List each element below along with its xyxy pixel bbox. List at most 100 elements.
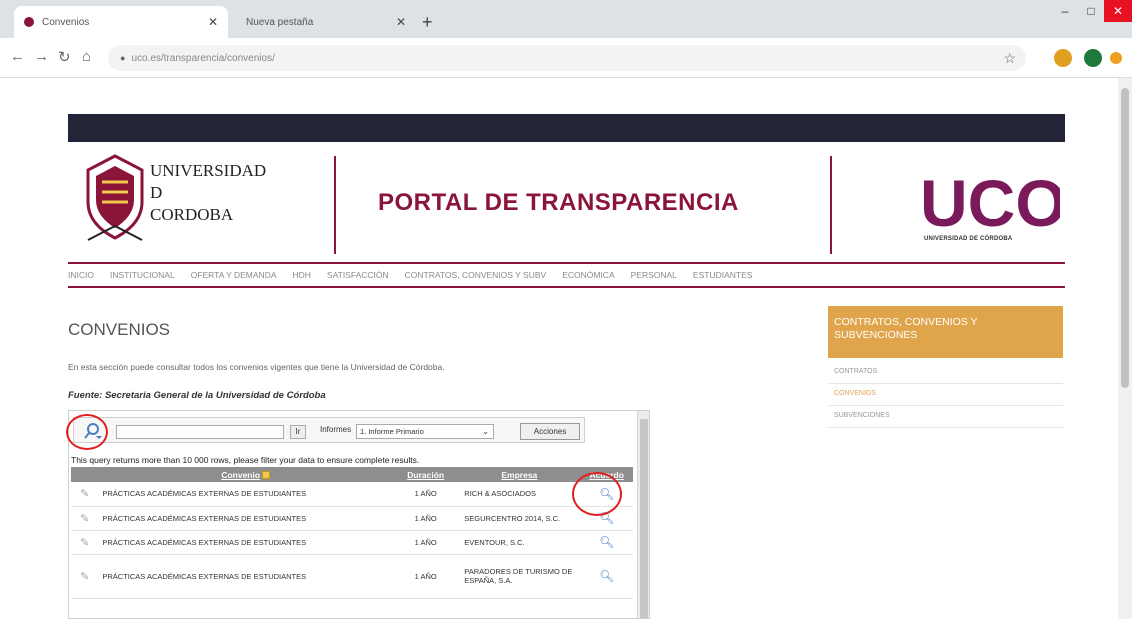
table-header-row: Convenio Duración Empresa Acuerdo — [71, 467, 633, 482]
minimize-icon[interactable]: – — [1052, 0, 1078, 22]
sidebar-link-convenios[interactable]: CONVENIOS — [828, 384, 1063, 406]
maximize-icon[interactable]: □ — [1078, 0, 1104, 22]
chevron-down-icon: ⌄ — [482, 427, 489, 436]
nav-item-oferta-demanda[interactable]: OFERTA Y DEMANDA — [191, 270, 277, 280]
portal-title: PORTAL DE TRANSPARENCIA — [378, 189, 739, 216]
bookmark-star-icon[interactable]: ☆ — [1003, 50, 1016, 67]
sidebar-link-contratos[interactable]: CONTRATOS — [828, 362, 1063, 384]
close-tab-icon[interactable]: ✕ — [396, 15, 406, 29]
intro-text: En esta sección puede consultar todos lo… — [68, 362, 445, 372]
column-header-acuerdo[interactable]: Acuerdo — [580, 467, 633, 482]
header-divider — [334, 156, 336, 254]
column-header-edit — [71, 467, 99, 482]
convenios-table: Convenio Duración Empresa Acuerdo ✎ PRÁC… — [71, 467, 633, 599]
nav-item-inicio[interactable]: INICIO — [68, 270, 94, 280]
edit-pencil-icon[interactable]: ✎ — [71, 530, 99, 555]
cell-convenio: PRÁCTICAS ACADÉMICAS EXTERNAS DE ESTUDIA… — [98, 482, 394, 507]
table-row: ✎ PRÁCTICAS ACADÉMICAS EXTERNAS DE ESTUD… — [71, 530, 633, 555]
reports-label: Informes — [320, 425, 352, 434]
university-name: UNIVERSIDAD D CORDOBA — [150, 160, 266, 226]
cell-duracion: 1 AÑO — [393, 482, 459, 507]
go-button[interactable]: Ir — [290, 425, 306, 439]
edit-pencil-icon[interactable]: ✎ — [71, 554, 99, 599]
header-divider — [830, 156, 832, 254]
nav-item-satisfaccion[interactable]: SATISFACCIÓN — [327, 270, 389, 280]
edit-pencil-icon[interactable]: ✎ — [71, 482, 99, 507]
url-text: uco.es/transparencia/convenios/ — [131, 52, 275, 64]
home-icon[interactable]: ⌂ — [82, 48, 91, 65]
column-header-duracion[interactable]: Duración — [393, 467, 459, 482]
view-magnifier-icon[interactable]: 🔍︎ — [580, 554, 633, 599]
cell-convenio: PRÁCTICAS ACADÉMICAS EXTERNAS DE ESTUDIA… — [98, 530, 394, 555]
reports-select[interactable]: 1. Informe Primario ⌄ — [356, 424, 494, 439]
view-magnifier-icon[interactable]: 🔍︎ — [580, 530, 633, 555]
cell-convenio: PRÁCTICAS ACADÉMICAS EXTERNAS DE ESTUDIA… — [98, 554, 394, 599]
uco-logo-text: UCO — [920, 168, 1060, 238]
university-name-line: UNIVERSIDAD — [150, 161, 267, 180]
web-page: UNIVERSIDAD D CORDOBA PORTAL DE TRANSPAR… — [0, 78, 1132, 619]
main-navigation: INICIO INSTITUCIONAL OFERTA Y DEMANDA HD… — [68, 262, 1065, 288]
browser-tab-strip: Convenios ✕ Nueva pestaña ✕ + – □ ✕ — [0, 0, 1132, 38]
site-header: UNIVERSIDAD D CORDOBA PORTAL DE TRANSPAR… — [68, 144, 1065, 330]
back-icon[interactable]: ← — [10, 48, 25, 65]
edit-pencil-icon[interactable]: ✎ — [71, 506, 99, 531]
window-controls: – □ ✕ — [1052, 0, 1132, 22]
lock-icon: ● — [120, 53, 126, 63]
report-search-bar: Ir Informes 1. Informe Primario ⌄ Accion… — [73, 417, 585, 443]
scrollbar-thumb[interactable] — [1121, 88, 1129, 388]
tab-convenios[interactable]: Convenios ✕ — [14, 6, 228, 38]
sidebar-link-subvenciones[interactable]: SUBVENCIONES — [828, 406, 1063, 428]
nav-item-economica[interactable]: ECONÓMICA — [562, 270, 614, 280]
notification-dot-icon[interactable] — [1110, 52, 1122, 64]
sort-icon[interactable] — [262, 471, 271, 480]
cell-duracion: 1 AÑO — [393, 530, 459, 555]
tab-title: Convenios — [42, 16, 90, 28]
view-magnifier-icon[interactable]: 🔍︎ — [580, 506, 633, 531]
university-crest-icon — [86, 154, 144, 241]
column-header-empresa[interactable]: Empresa — [458, 467, 581, 482]
tab-title: Nueva pestaña — [246, 16, 314, 28]
view-magnifier-icon[interactable]: 🔍︎ — [580, 482, 633, 507]
favicon-icon — [24, 17, 34, 27]
cell-empresa: EVENTOUR, S.C. — [458, 530, 581, 555]
profile-avatar-icon[interactable] — [1084, 49, 1102, 67]
nav-item-hdh[interactable]: HDH — [293, 270, 311, 280]
cell-empresa: RICH & ASOCIADOS — [458, 482, 581, 507]
cell-empresa: SEGURCENTRO 2014, S.C. — [458, 506, 581, 531]
cell-empresa: PARADORES DE TURISMO DE ESPAÑA, S.A. — [458, 554, 581, 599]
university-name-line: D — [150, 183, 163, 202]
nav-item-contratos[interactable]: CONTRATOS, CONVENIOS Y SUBV — [405, 270, 547, 280]
sidebar-title: CONTRATOS, CONVENIOS Y SUBVENCIONES — [828, 306, 1063, 358]
nav-item-estudiantes[interactable]: ESTUDIANTES — [693, 270, 753, 280]
column-header-label: Convenio — [221, 469, 261, 480]
nav-item-personal[interactable]: PERSONAL — [631, 270, 677, 280]
university-name-line: CORDOBA — [150, 205, 234, 224]
tab-nueva-pestana[interactable]: Nueva pestaña ✕ — [236, 6, 416, 38]
browser-toolbar: ← → ↻ ⌂ ● uco.es/transparencia/convenios… — [0, 38, 1132, 78]
report-search-input[interactable] — [116, 425, 284, 439]
source-text: Fuente: Secretaria General de la Univers… — [68, 390, 326, 401]
convenios-report: Ir Informes 1. Informe Primario ⌄ Accion… — [68, 410, 650, 619]
report-scrollbar[interactable] — [637, 411, 649, 618]
table-row: ✎ PRÁCTICAS ACADÉMICAS EXTERNAS DE ESTUD… — [71, 482, 633, 507]
new-tab-icon[interactable]: + — [422, 12, 433, 33]
magnifier-icon[interactable] — [82, 422, 102, 440]
reload-icon[interactable]: ↻ — [58, 48, 71, 66]
close-tab-icon[interactable]: ✕ — [208, 15, 218, 29]
uco-logo-subtitle: UNIVERSIDAD DE CÓRDOBA — [924, 236, 1013, 242]
actions-button[interactable]: Acciones — [520, 423, 580, 440]
reports-select-value: 1. Informe Primario — [360, 427, 424, 436]
extension-icon[interactable] — [1054, 49, 1072, 67]
report-scrollbar-thumb[interactable] — [640, 419, 648, 618]
uco-logo: UCO — [920, 168, 1060, 238]
close-window-icon[interactable]: ✕ — [1104, 0, 1132, 22]
cell-duracion: 1 AÑO — [393, 506, 459, 531]
column-header-convenio[interactable]: Convenio — [98, 467, 394, 482]
table-row: ✎ PRÁCTICAS ACADÉMICAS EXTERNAS DE ESTUD… — [71, 554, 633, 599]
nav-item-institucional[interactable]: INSTITUCIONAL — [110, 270, 175, 280]
page-title: CONVENIOS — [68, 320, 171, 339]
address-bar[interactable]: ● uco.es/transparencia/convenios/ ☆ — [108, 45, 1026, 71]
page-scrollbar[interactable] — [1118, 78, 1132, 619]
top-band — [68, 114, 1065, 142]
forward-icon[interactable]: → — [34, 48, 49, 65]
